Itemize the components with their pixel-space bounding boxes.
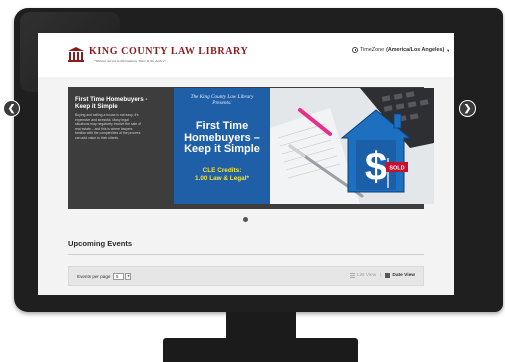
- date-view-button[interactable]: Date View: [392, 273, 415, 278]
- events-per-page: Events per page 5 ▾: [77, 273, 132, 280]
- library-tagline: "Without Access to Information, There Is…: [94, 59, 166, 63]
- library-name[interactable]: KING COUNTY LAW LIBRARY: [89, 46, 248, 57]
- date-view-icon[interactable]: [385, 273, 391, 278]
- banner-presents: The King County Law Library Presents:: [174, 94, 270, 106]
- list-view-button[interactable]: List View: [357, 273, 376, 278]
- house-illustration: $ SOLD: [270, 88, 434, 204]
- banner-cle-credits: CLE Credits: 1.00 Law & Legal*: [174, 167, 270, 182]
- chevron-down-icon: ▼: [446, 47, 451, 53]
- banner-presents-line2: Presents:: [212, 100, 232, 107]
- events-toolbar: Events per page 5 ▾ List View | Date Vie…: [68, 266, 424, 286]
- banner-text-panel: The King County Law Library Presents: Fi…: [174, 88, 270, 204]
- chevron-down-icon[interactable]: ▾: [125, 273, 132, 280]
- slide-banner-image[interactable]: The King County Law Library Presents: Fi…: [174, 88, 438, 204]
- timezone-label: TimeZone: [360, 47, 385, 53]
- site-header: KING COUNTY LAW LIBRARY "Without Access …: [38, 33, 454, 77]
- banner-cle-line2: 1.00 Law & Legal*: [195, 174, 249, 182]
- library-logo-icon[interactable]: [68, 47, 84, 62]
- slider-next-button[interactable]: ❯: [459, 100, 476, 117]
- monitor-base: [163, 338, 358, 362]
- clock-icon: [352, 47, 358, 53]
- events-per-page-select[interactable]: 5: [113, 273, 125, 280]
- view-switcher: List View | Date View: [350, 273, 415, 278]
- upcoming-events-heading: Upcoming Events: [68, 239, 133, 248]
- screen: KING COUNTY LAW LIBRARY "Without Access …: [38, 33, 454, 295]
- view-separator: |: [380, 273, 382, 278]
- divider: [68, 254, 424, 255]
- banner-presents-line1: The King County Law Library: [190, 94, 254, 100]
- banner-photo: $ SOLD: [270, 88, 434, 204]
- event-slider: First Time Homebuyers - Keep it Simple B…: [68, 87, 434, 209]
- slider-pagination-dot[interactable]: [243, 217, 248, 222]
- slide-description: Buying and selling a house is not easy; …: [75, 113, 141, 140]
- sold-sign: SOLD: [389, 166, 404, 172]
- slide-title[interactable]: First Time Homebuyers - Keep it Simple: [75, 96, 157, 110]
- timezone-selector[interactable]: TimeZone (America/Los Angeles) ▼: [352, 47, 450, 53]
- list-view-icon[interactable]: [350, 273, 356, 278]
- svg-text:$: $: [365, 145, 387, 189]
- chevron-right-icon: ❯: [463, 103, 472, 113]
- events-per-page-label: Events per page: [77, 274, 111, 279]
- banner-cle-line1: CLE Credits:: [202, 167, 242, 174]
- chevron-left-icon: ❮: [7, 103, 16, 113]
- banner-title: First Time Homebuyers – Keep it Simple: [184, 120, 260, 155]
- slider-prev-button[interactable]: ❮: [3, 100, 20, 117]
- monitor-neck: [226, 312, 296, 340]
- timezone-value: (America/Los Angeles): [386, 47, 445, 53]
